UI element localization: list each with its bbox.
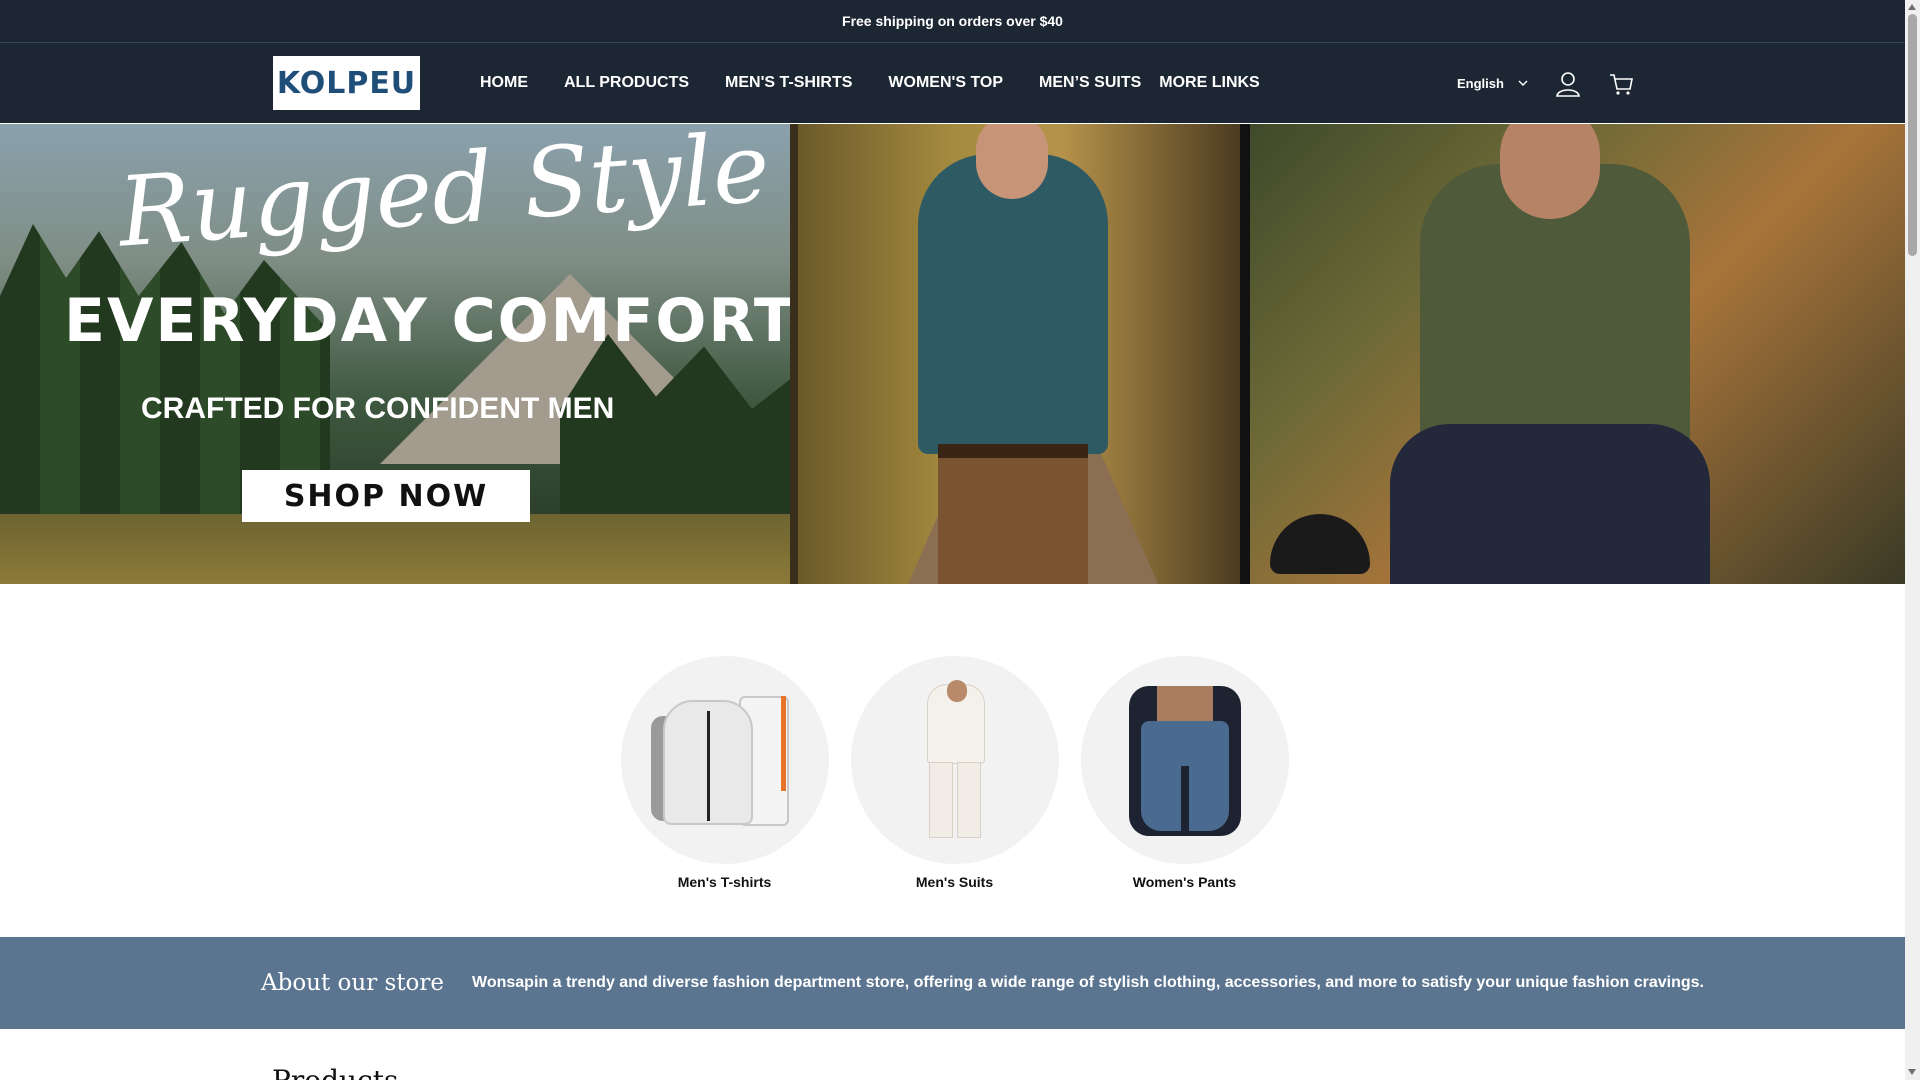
hero-panel-mountains: Rugged Style EVERYDAY COMFORT CRAFTED FO…: [0, 124, 790, 584]
nav-mens-suits[interactable]: MEN’S SUITS: [1039, 74, 1141, 92]
about-text: Wonsapin a trendy and diverse fashion de…: [472, 974, 1704, 991]
category-womens-pants[interactable]: Women's Pants: [1080, 656, 1289, 890]
model-jeans-shape: [1390, 424, 1710, 584]
nav-more-links[interactable]: MORE LINKS: [1159, 74, 1259, 92]
user-icon[interactable]: [1554, 70, 1582, 98]
nav-mens-tshirts[interactable]: MEN'S T-SHIRTS: [725, 74, 852, 92]
jeans-photo-shape: [1128, 686, 1241, 836]
hero-panel-model-henley: [790, 124, 1250, 584]
announcement-bar: Free shipping on orders over $40: [0, 0, 1905, 43]
cart-icon[interactable]: [1607, 70, 1635, 98]
nav-all-products[interactable]: ALL PRODUCTS: [564, 74, 689, 92]
jeans-model-torso-shape: [1156, 686, 1213, 721]
logo[interactable]: KOLPEU: [273, 56, 420, 110]
store-page: Free shipping on orders over $40 KOLPEU …: [0, 0, 1905, 1080]
tracksuit-stripe-shape: [780, 696, 786, 791]
page-scrollbar[interactable]: [1905, 0, 1920, 1080]
model-pants-shape: [938, 444, 1088, 584]
hero-panel-model-jacket: [1250, 124, 1905, 584]
category-label: Women's Pants: [1132, 874, 1237, 890]
ground-shape: [0, 514, 790, 584]
logo-text: KOLPEU: [276, 65, 417, 101]
suit-model-head-shape: [946, 680, 967, 702]
category-label: Men's T-shirts: [677, 874, 772, 890]
products-heading: Products: [272, 1064, 398, 1080]
hero-subline: CRAFTED FOR CONFIDENT MEN: [141, 392, 615, 425]
main-nav: HOME ALL PRODUCTS MEN'S T-SHIRTS WOMEN'S…: [480, 43, 1260, 123]
hero-script-text: Rugged Style: [114, 124, 774, 269]
category-list: Men's T-shirts Men's Suits Women's Pants: [0, 656, 1905, 890]
model-belt-shape: [938, 444, 1088, 458]
tracksuit-zip-shape: [706, 711, 710, 821]
category-label: Men's Suits: [915, 874, 994, 890]
language-label: English: [1457, 75, 1504, 91]
suit-leg-shape: [928, 762, 953, 838]
nav-womens-top[interactable]: WOMEN'S TOP: [888, 74, 1003, 92]
category-mens-tshirts[interactable]: Men's T-shirts: [620, 656, 829, 890]
category-image: [850, 656, 1059, 864]
language-selector[interactable]: English: [1457, 43, 1528, 123]
suit-leg-shape: [956, 762, 981, 838]
hero-banner[interactable]: Rugged Style EVERYDAY COMFORT CRAFTED FO…: [0, 124, 1905, 584]
jeans-leg-gap-shape: [1180, 766, 1189, 831]
announcement-text: Free shipping on orders over $40: [842, 13, 1063, 29]
category-image: [1080, 656, 1289, 864]
category-image: [620, 656, 829, 864]
category-mens-suits[interactable]: Men's Suits: [850, 656, 1059, 890]
kettle-shape: [1270, 514, 1370, 574]
hero-headline: EVERYDAY COMFORT: [64, 286, 790, 356]
about-title: About our store: [261, 970, 445, 996]
model-shirt-shape: [918, 154, 1108, 454]
chevron-down-icon: [1518, 80, 1528, 86]
about-section: About our store Wonsapin a trendy and di…: [0, 937, 1905, 1029]
shop-now-button[interactable]: SHOP NOW: [242, 470, 530, 522]
model-head-shape: [976, 124, 1048, 199]
scroll-down-arrow-icon[interactable]: [1908, 1069, 1916, 1075]
nav-home[interactable]: HOME: [480, 74, 528, 92]
scroll-up-arrow-icon[interactable]: [1908, 4, 1916, 10]
site-header: KOLPEU HOME ALL PRODUCTS MEN'S T-SHIRTS …: [0, 43, 1905, 123]
scrollbar-thumb[interactable]: [1908, 14, 1917, 256]
